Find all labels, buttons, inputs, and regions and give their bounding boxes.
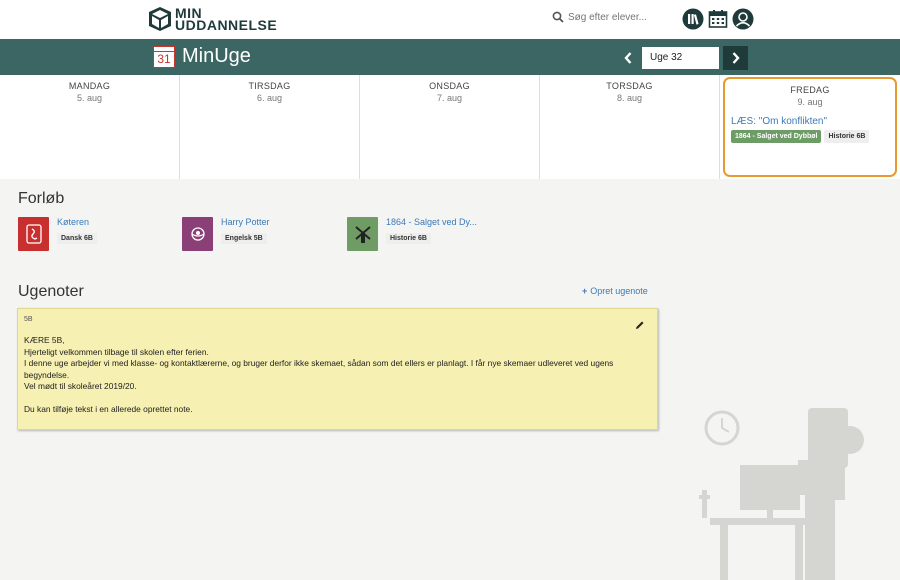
forlob-item-harry-potter[interactable]: Harry Potter Engelsk 5B bbox=[182, 217, 270, 251]
note-body: KÆRE 5B, Hjerteligt velkommen tilbage ti… bbox=[24, 335, 651, 415]
book-cover-icon bbox=[182, 217, 213, 251]
day-name: MANDAG bbox=[68, 81, 111, 91]
course-chip[interactable]: 1864 - Salget ved Dybbøl bbox=[731, 130, 822, 143]
add-note-button[interactable]: + Opret ugenote bbox=[582, 286, 648, 296]
top-icons bbox=[682, 8, 754, 30]
windmill-cover-icon bbox=[347, 217, 378, 251]
search-bar[interactable] bbox=[552, 11, 668, 23]
note-line: Hjerteligt velkommen tilbage til skolen … bbox=[24, 346, 209, 357]
day-date: 9. aug bbox=[797, 97, 823, 107]
forlob-name[interactable]: Harry Potter bbox=[221, 217, 270, 227]
forlob-item-1864[interactable]: 1864 - Salget ved Dy... Historie 6B bbox=[347, 217, 477, 251]
day-wednesday[interactable]: ONSDAG 7. aug bbox=[360, 75, 540, 179]
forlob-item-koteren[interactable]: Køteren Dansk 6B bbox=[18, 217, 97, 251]
library-icon[interactable] bbox=[682, 8, 704, 30]
day-date: 7. aug bbox=[436, 93, 463, 103]
brand-line-2: UDDANNELSE bbox=[175, 17, 278, 33]
note-line: Vel mødt til skoleåret 2019/20. bbox=[24, 381, 137, 391]
day-name: TORSDAG bbox=[606, 81, 653, 91]
calendar-icon[interactable] bbox=[707, 8, 729, 30]
day-friday[interactable]: FREDAG 9. aug LÆS: "Om konflikten" 1864 … bbox=[723, 77, 897, 177]
next-week-button[interactable] bbox=[723, 46, 748, 70]
note-line: I denne uge arbejder vi med klasse- og k… bbox=[24, 358, 614, 380]
book-cover-icon bbox=[18, 217, 49, 251]
plus-icon: + bbox=[582, 286, 588, 296]
day-date: 8. aug bbox=[616, 93, 643, 103]
week-selector[interactable]: Uge 32 bbox=[642, 47, 719, 69]
forlob-name[interactable]: 1864 - Salget ved Dy... bbox=[386, 217, 477, 227]
day-name: FREDAG bbox=[790, 85, 830, 95]
day-thursday[interactable]: TORSDAG 8. aug bbox=[540, 75, 720, 179]
day-name: TIRSDAG bbox=[248, 81, 291, 91]
forlob-title: Forløb bbox=[18, 190, 65, 207]
chevron-left-icon bbox=[624, 52, 632, 64]
profile-icon[interactable] bbox=[732, 8, 754, 30]
previous-week-button[interactable] bbox=[617, 47, 639, 69]
minuge-calendar-icon: 31 bbox=[153, 46, 175, 68]
chevron-right-icon bbox=[732, 52, 740, 64]
note-line: Du kan tilføje tekst i en allerede opret… bbox=[24, 403, 193, 414]
ugenoter-title: Ugenoter bbox=[18, 283, 84, 300]
day-monday[interactable]: MANDAG 5. aug bbox=[0, 75, 180, 179]
brand-name: MIN UDDANNELSE bbox=[175, 6, 278, 33]
class-chip[interactable]: Historie 6B bbox=[824, 130, 870, 143]
calendar-day-number: 31 bbox=[157, 52, 171, 66]
lesson-link[interactable]: LÆS: "Om konflikten" bbox=[731, 116, 889, 127]
brand-logo[interactable]: MIN UDDANNELSE bbox=[148, 6, 277, 32]
pencil-icon bbox=[636, 321, 644, 329]
lesson-item: LÆS: "Om konflikten" 1864 - Salget ved D… bbox=[725, 116, 895, 143]
forlob-class-badge: Dansk 6B bbox=[57, 233, 97, 244]
forlob-name[interactable]: Køteren bbox=[57, 217, 97, 227]
desk-illustration bbox=[699, 408, 864, 580]
day-tuesday[interactable]: TIRSDAG 6. aug bbox=[180, 75, 360, 179]
page-title: MinUge bbox=[182, 45, 251, 67]
lesson-chips: 1864 - Salget ved Dybbøl Historie 6B bbox=[731, 130, 889, 143]
logo-icon bbox=[149, 7, 171, 31]
note-class-label: 5B bbox=[24, 316, 33, 323]
search-icon bbox=[552, 11, 564, 23]
add-note-label: Opret ugenote bbox=[590, 286, 648, 296]
day-name: ONSDAG bbox=[429, 81, 470, 91]
edit-note-button[interactable] bbox=[635, 317, 645, 335]
forlob-class-badge: Historie 6B bbox=[386, 233, 431, 244]
page-header bbox=[0, 39, 900, 75]
day-date: 6. aug bbox=[256, 93, 283, 103]
forlob-class-badge: Engelsk 5B bbox=[221, 233, 267, 244]
note-line: KÆRE 5B, bbox=[24, 335, 65, 345]
day-date: 5. aug bbox=[76, 93, 103, 103]
week-grid: MANDAG 5. aug TIRSDAG 6. aug ONSDAG 7. a… bbox=[0, 75, 900, 179]
top-bar: MIN UDDANNELSE bbox=[0, 0, 900, 39]
week-note: 5B KÆRE 5B, Hjerteligt velkommen tilbage… bbox=[17, 308, 658, 430]
search-input[interactable] bbox=[568, 11, 668, 23]
